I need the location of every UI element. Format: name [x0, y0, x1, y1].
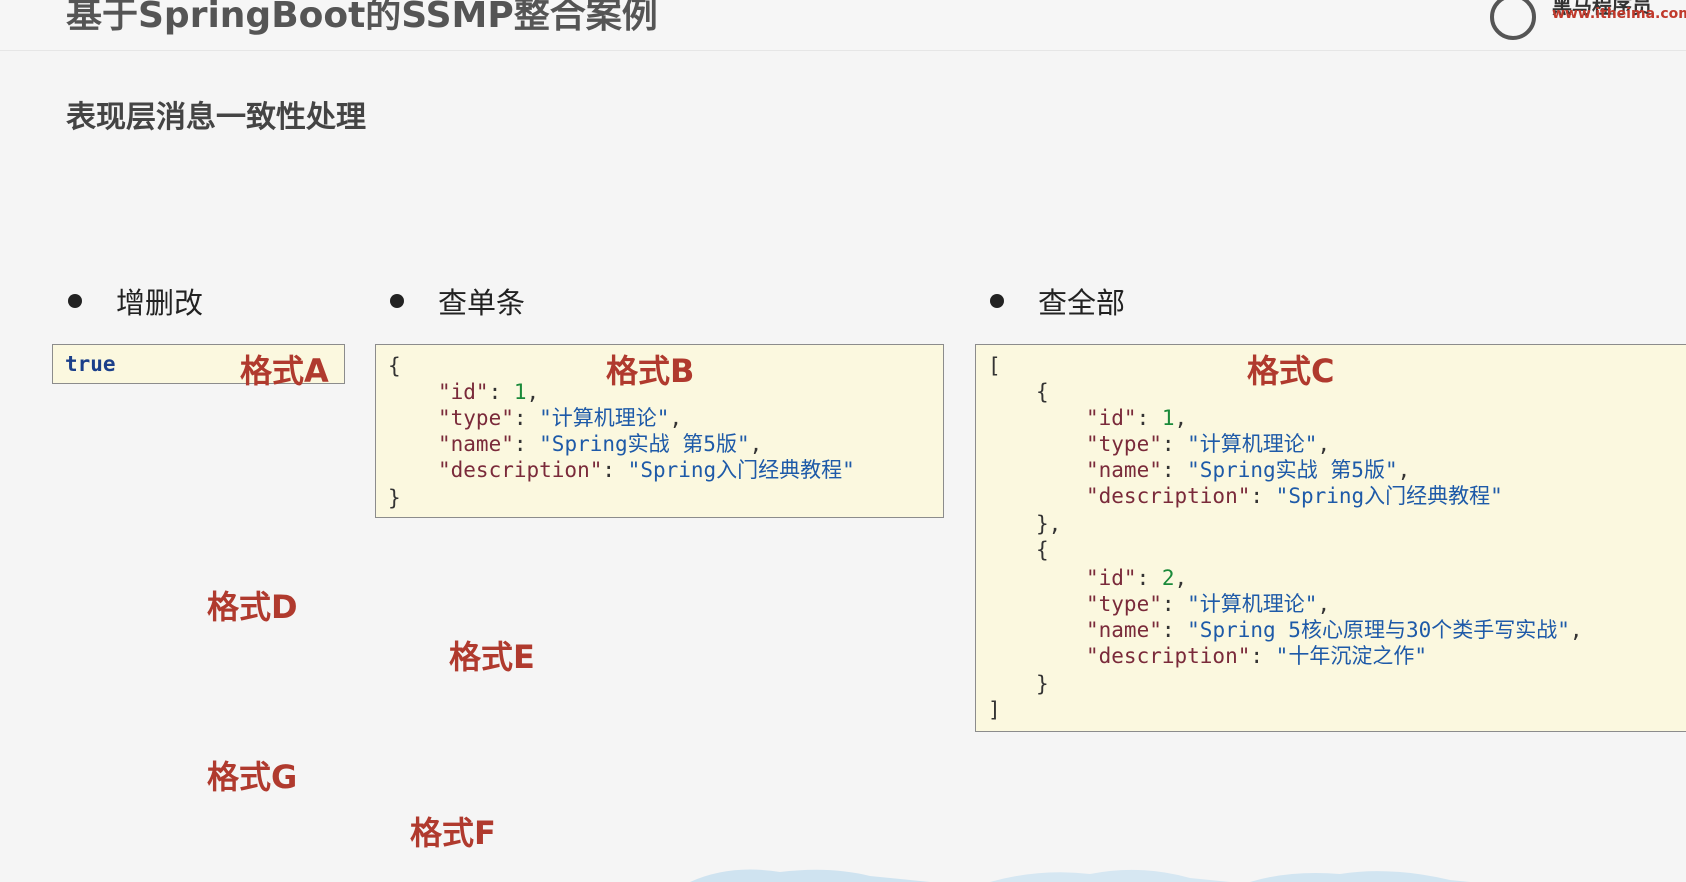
code-line-name: "name": "Spring实战 第5版",	[1086, 458, 1411, 482]
code-line-id: "id": 2,	[1086, 566, 1188, 590]
bullet-create-update-delete: 增删改	[68, 283, 204, 320]
code-true-value: true	[65, 352, 116, 376]
code-line-type: "type": "计算机理论",	[1086, 592, 1331, 616]
format-label-e: 格式E	[449, 638, 535, 676]
json-key-type: "type"	[1086, 432, 1162, 456]
code-line-name: "name": "Spring 5核心原理与30个类手写实战",	[1086, 618, 1583, 642]
json-value-id: 1	[1161, 406, 1175, 430]
slide-subtitle: 表现层消息一致性处理	[66, 100, 366, 135]
json-key-type: "type"	[1086, 592, 1162, 616]
json-value-name: "Spring实战 第5版"	[539, 432, 750, 456]
decorative-cloud-strip	[690, 869, 1470, 882]
format-label-c: 格式C	[1247, 352, 1335, 390]
json-value-name: "Spring实战 第5版"	[1187, 458, 1398, 482]
bullet-dot-icon	[990, 294, 1004, 308]
format-label-d: 格式D	[207, 588, 298, 626]
code-open-brace: {	[1036, 538, 1049, 562]
json-value-description: "Spring入门经典教程"	[1275, 484, 1503, 508]
json-key-description: "description"	[1086, 484, 1251, 508]
format-label-f: 格式F	[410, 814, 496, 852]
slide-title: 基于SpringBoot的SSMP整合案例	[66, 0, 658, 36]
logo-circle-icon	[1490, 0, 1536, 40]
json-value-name: "Spring 5核心原理与30个类手写实战"	[1187, 618, 1570, 642]
code-line-id: "id": 1,	[1086, 406, 1188, 430]
logo-url: www.itheima.com	[1552, 6, 1686, 22]
json-key-id: "id"	[438, 380, 489, 404]
json-key-description: "description"	[1086, 644, 1251, 668]
format-label-b: 格式B	[606, 352, 695, 390]
code-line-description: "description": "Spring入门经典教程"	[438, 458, 855, 482]
format-label-g: 格式G	[207, 758, 298, 796]
json-key-description: "description"	[438, 458, 603, 482]
bullet-query-single: 查单条	[390, 283, 526, 320]
code-box-format-c: [ { "id": 1, "type": "计算机理论", "name": "S…	[975, 344, 1686, 732]
json-key-id: "id"	[1086, 566, 1137, 590]
json-value-id: 2	[1161, 566, 1175, 590]
json-value-description: "Spring入门经典教程"	[627, 458, 855, 482]
json-value-type: "计算机理论"	[539, 406, 670, 430]
json-key-type: "type"	[438, 406, 514, 430]
code-open-brace: {	[1036, 380, 1049, 404]
code-line-name: "name": "Spring实战 第5版",	[438, 432, 763, 456]
code-close-brace-comma: },	[1036, 512, 1062, 536]
code-line-description: "description": "Spring入门经典教程"	[1086, 484, 1503, 508]
json-value-id: 1	[513, 380, 527, 404]
bullet-dot-icon	[390, 294, 404, 308]
code-open-bracket: [	[988, 354, 1001, 378]
code-open-brace: {	[388, 354, 401, 378]
json-key-name: "name"	[1086, 458, 1162, 482]
json-key-id: "id"	[1086, 406, 1137, 430]
code-close-brace: }	[1036, 672, 1049, 696]
json-value-type: "计算机理论"	[1187, 592, 1318, 616]
code-line-description: "description": "十年沉淀之作"	[1086, 644, 1427, 668]
itheima-logo: 黑马程序员 www.itheima.com	[1490, 0, 1686, 40]
bullet-label: 增删改	[116, 286, 204, 320]
bullet-query-all: 查全部	[990, 283, 1126, 320]
slide-header: 基于SpringBoot的SSMP整合案例 黑马程序员 www.itheima.…	[0, 0, 1686, 51]
json-value-description: "十年沉淀之作"	[1275, 644, 1427, 668]
code-line-id: "id": 1,	[438, 380, 540, 404]
format-label-a: 格式A	[240, 352, 329, 390]
json-value-type: "计算机理论"	[1187, 432, 1318, 456]
bullet-dot-icon	[68, 294, 82, 308]
code-close-brace: }	[388, 486, 401, 510]
bullet-label: 查单条	[438, 286, 526, 320]
json-key-name: "name"	[438, 432, 514, 456]
code-close-bracket: ]	[988, 698, 1001, 722]
code-line-type: "type": "计算机理论",	[1086, 432, 1331, 456]
bullet-label: 查全部	[1038, 286, 1126, 320]
code-line-type: "type": "计算机理论",	[438, 406, 683, 430]
json-key-name: "name"	[1086, 618, 1162, 642]
